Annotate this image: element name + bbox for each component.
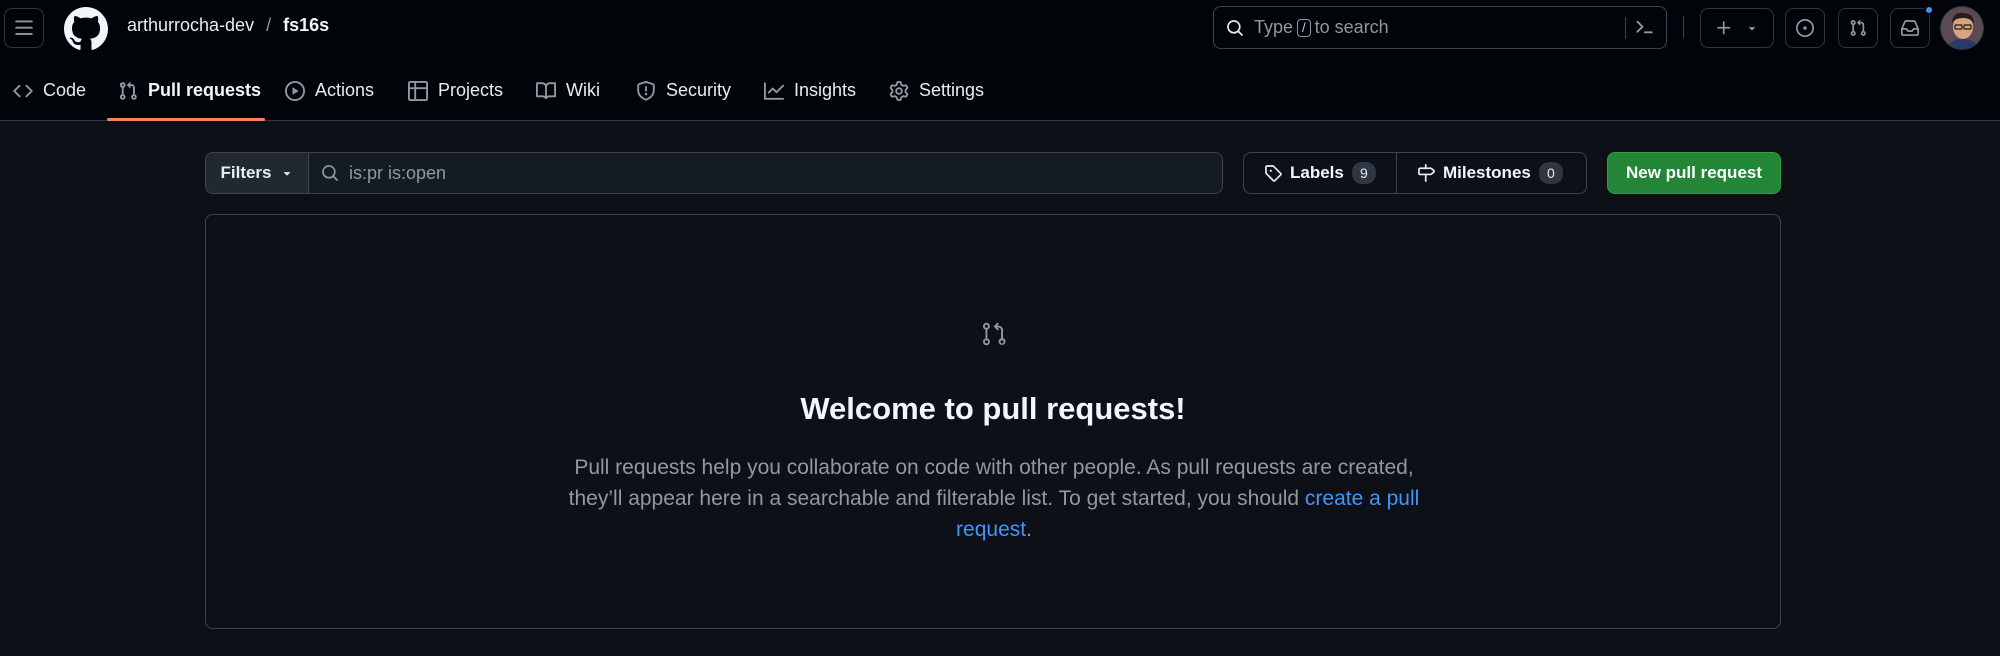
breadcrumb: arthurrocha-dev / fs16s [127, 15, 329, 36]
tab-security[interactable]: Security [636, 70, 731, 121]
search-shortcut-key: / [1297, 18, 1311, 37]
tab-pull-requests-label: Pull requests [148, 80, 262, 100]
github-logo-icon[interactable] [64, 7, 108, 51]
gear-icon [889, 81, 909, 101]
search-placeholder: Type / to search [1254, 17, 1389, 38]
blankslate-text: Pull requests help you collaborate on co… [568, 456, 1414, 510]
table-icon [408, 81, 428, 101]
milestones-label: Milestones [1443, 163, 1531, 182]
avatar[interactable] [1940, 6, 1984, 50]
issue-opened-icon [1796, 19, 1814, 37]
tab-insights[interactable]: Insights [764, 70, 856, 121]
hamburger-icon [15, 20, 33, 35]
global-bar: arthurrocha-dev / fs16s Type / to search [0, 0, 2000, 56]
milestone-icon [1418, 164, 1435, 182]
repo-nav: Code Pull requests Actions Projects Wiki [0, 70, 2000, 121]
tab-actions[interactable]: Actions [285, 70, 374, 121]
labels-count-badge: 9 [1351, 162, 1376, 184]
tab-projects-label: Projects [438, 80, 504, 100]
git-pull-request-icon [119, 81, 137, 100]
create-new-button[interactable] [1700, 8, 1774, 48]
search-suffix: to search [1314, 17, 1389, 37]
shield-icon [637, 81, 655, 101]
tab-wiki-label: Wiki [566, 80, 600, 100]
blankslate-text-end: . [1026, 518, 1032, 541]
triangle-down-icon [283, 172, 290, 176]
tab-settings-label: Settings [919, 80, 985, 100]
notifications-button[interactable] [1890, 5, 1934, 48]
filters-button[interactable]: Filters [206, 153, 309, 193]
filter-search-field [309, 153, 1222, 193]
tab-actions-label: Actions [315, 80, 375, 100]
milestones-count-badge: 0 [1538, 162, 1563, 184]
filters-label: Filters [220, 163, 272, 182]
command-palette-icon[interactable] [1634, 17, 1654, 37]
global-search-input[interactable]: Type / to search [1213, 6, 1667, 49]
git-pull-request-icon [982, 322, 1006, 346]
selected-tab-indicator [107, 118, 265, 121]
labels-button[interactable]: Labels 9 [1244, 153, 1397, 193]
blankslate-description: Pull requests help you collaborate on co… [546, 452, 1442, 545]
triangle-down-icon [1748, 27, 1756, 31]
owner-link[interactable]: arthurrocha-dev [127, 15, 254, 36]
header-divider [1683, 16, 1684, 38]
filter-query-input[interactable] [349, 162, 949, 184]
book-icon [536, 82, 556, 100]
search-icon [1227, 19, 1243, 36]
your-pull-requests-button[interactable] [1838, 8, 1878, 48]
filter-bar: Filters [205, 152, 1223, 194]
labels-label: Labels [1290, 163, 1344, 182]
breadcrumb-separator: / [266, 15, 272, 35]
your-issues-button[interactable] [1785, 8, 1825, 48]
menu-button[interactable] [4, 8, 44, 48]
tab-security-label: Security [666, 80, 732, 100]
tab-wiki[interactable]: Wiki [536, 70, 600, 121]
inbox-icon [1901, 20, 1919, 36]
tab-projects[interactable]: Projects [408, 70, 503, 121]
play-icon [285, 81, 305, 101]
blankslate-title: Welcome to pull requests! [800, 391, 1186, 426]
tab-insights-label: Insights [794, 80, 857, 100]
milestones-button[interactable]: Milestones 0 [1397, 153, 1586, 193]
blankslate: Welcome to pull requests! Pull requests … [205, 214, 1781, 629]
tab-code-label: Code [43, 80, 87, 100]
code-icon [13, 84, 33, 98]
tab-settings[interactable]: Settings [889, 70, 984, 121]
unread-indicator [1924, 5, 1934, 15]
git-pull-request-icon [1850, 19, 1866, 36]
graph-icon [764, 82, 784, 100]
new-pull-request-button[interactable]: New pull request [1607, 152, 1781, 194]
tab-pull-requests[interactable]: Pull requests [118, 70, 261, 121]
labels-milestones-group: Labels 9 Milestones 0 [1243, 152, 1587, 194]
app-header: arthurrocha-dev / fs16s Type / to search [0, 0, 2000, 121]
tag-icon [1265, 165, 1282, 182]
search-prefix: Type [1254, 17, 1294, 37]
search-divider [1625, 17, 1626, 39]
search-icon [322, 165, 338, 181]
tab-code[interactable]: Code [13, 70, 86, 121]
plus-icon [1717, 21, 1731, 35]
repo-link[interactable]: fs16s [283, 15, 329, 36]
